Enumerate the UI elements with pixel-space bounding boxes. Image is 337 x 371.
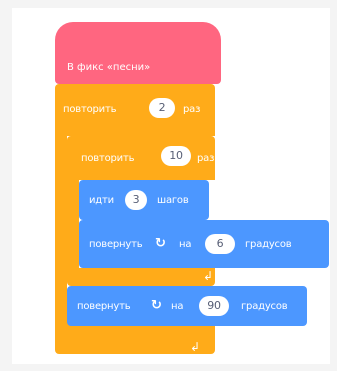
turn-inner-on: на — [179, 239, 192, 250]
turn-outer-suffix: градусов — [241, 301, 288, 312]
outer-repeat-label: повторить — [63, 104, 117, 115]
inner-repeat-count-input[interactable]: 10 — [161, 146, 191, 166]
inner-loop-arrow-icon: ↲ — [203, 269, 213, 283]
hat-block-label: В фикс «песни» — [67, 62, 151, 73]
turn-outer-block[interactable]: повернуть ↻ на 90 градусов — [67, 286, 307, 326]
move-steps-input[interactable]: 3 — [125, 190, 147, 210]
turn-outer-degrees-input[interactable]: 90 — [199, 296, 229, 316]
move-suffix: шагов — [157, 195, 189, 206]
turn-inner-degrees-input[interactable]: 6 — [205, 234, 235, 254]
outer-loop-arrow-icon: ↲ — [190, 340, 200, 354]
outer-repeat-suffix: раз — [183, 104, 201, 115]
outer-repeat-count-input[interactable]: 2 — [149, 98, 175, 118]
rotate-cw-icon: ↻ — [151, 298, 162, 313]
script-canvas: В фикс «песни» повторить 2 раз ↲ повтори… — [12, 8, 330, 364]
rotate-cw-icon: ↻ — [155, 236, 166, 251]
move-label: идти — [89, 195, 114, 206]
turn-inner-label: повернуть — [89, 239, 143, 250]
turn-outer-label: повернуть — [77, 301, 131, 312]
turn-outer-on: на — [171, 301, 184, 312]
inner-repeat-suffix: раз — [197, 153, 215, 164]
hat-block[interactable]: В фикс «песни» — [55, 22, 221, 84]
turn-inner-suffix: градусов — [245, 239, 292, 250]
turn-inner-block[interactable]: повернуть ↻ на 6 градусов — [79, 220, 329, 268]
move-steps-block[interactable]: идти 3 шагов — [79, 180, 209, 220]
inner-repeat-label: повторить — [81, 153, 135, 164]
